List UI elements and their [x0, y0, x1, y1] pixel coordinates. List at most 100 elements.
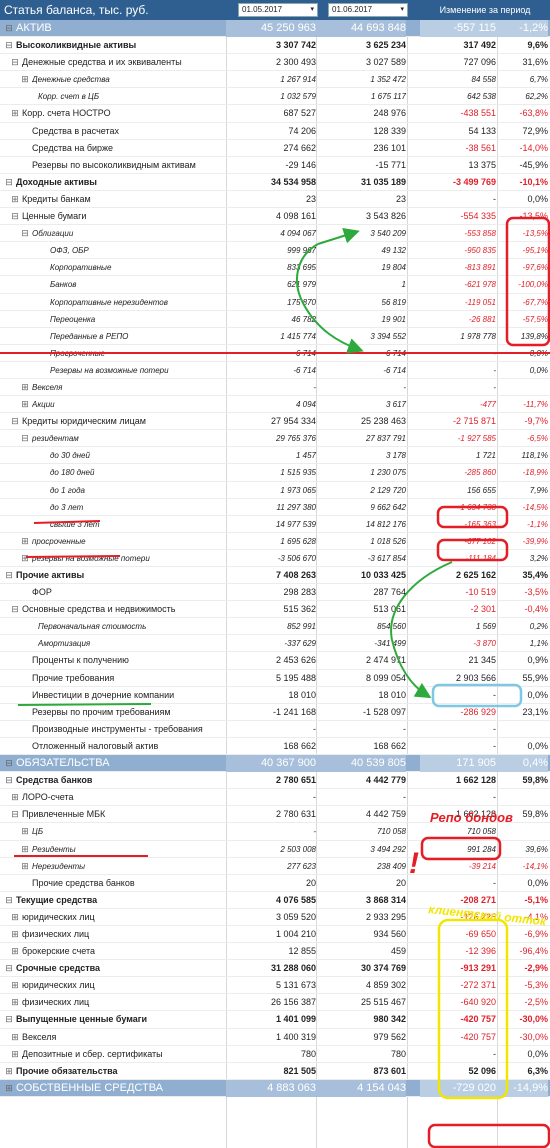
table-row[interactable]: до 180 дней 1 515 935 1 230 075 -285 860 -18…: [0, 464, 550, 482]
table-row[interactable]: ⊟ Высоколиквидные активы 3 307 742 3 625 23…: [0, 37, 550, 55]
column-header-change[interactable]: Изменение за период: [420, 0, 550, 20]
table-row[interactable]: свыше 3 лет 14 977 539 14 812 176 -165 363 -…: [0, 516, 550, 533]
table-row[interactable]: Прочие требования 5 195 488 8 099 054 2 903…: [0, 670, 550, 687]
expand-icon[interactable]: ⊞: [4, 1063, 14, 1080]
table-row[interactable]: ⊞ брокерские счета 12 855 459 -12 396 -96,4%: [0, 943, 550, 961]
table-row[interactable]: Переоценка 46 782 19 901 -26 881 -57,5%: [0, 311, 550, 328]
table-row[interactable]: ⊞ Акции 4 094 3 617 -477 -11,7%: [0, 396, 550, 414]
table-row[interactable]: ⊞ резервы на возможные потери -3 506 670 -3…: [0, 550, 550, 567]
expand-icon[interactable]: ⊞: [10, 105, 20, 122]
collapse-icon[interactable]: ⊟: [4, 20, 14, 37]
section-row[interactable]: ⊟ АКТИВ 45 250 963 44 693 848 -557 115 -1,2%: [0, 20, 550, 38]
expand-icon[interactable]: ⊞: [20, 858, 30, 875]
collapse-icon[interactable]: ⊟: [4, 892, 14, 909]
table-row[interactable]: ⊟ Выпущенные ценные бумаги 1 401 099 980 34…: [0, 1011, 550, 1029]
table-row[interactable]: ⊟ Облигации 4 094 067 3 540 209 -553 858 -13,…: [0, 225, 550, 243]
table-row[interactable]: Резервы по прочим требованиям -1 241 168 -…: [0, 704, 550, 721]
table-row[interactable]: ⊟ Денежные средства и их эквиваленты 2 300…: [0, 54, 550, 72]
table-row[interactable]: ⊞ Корр. счета НОСТРО 687 527 248 976 -438 55…: [0, 105, 550, 123]
table-row[interactable]: Корпоративные нерезидентов 175 870 56 819 -…: [0, 294, 550, 311]
collapse-icon[interactable]: ⊟: [4, 772, 14, 789]
table-row[interactable]: ⊟ Средства банков 2 780 651 4 442 779 1 662 …: [0, 772, 550, 790]
expand-icon[interactable]: ⊞: [10, 789, 20, 806]
table-row[interactable]: Резервы по высоколиквидным активам -29 14…: [0, 157, 550, 174]
collapse-icon[interactable]: ⊟: [4, 960, 14, 977]
table-row[interactable]: ⊞ ЛОРО-счета - - -: [0, 789, 550, 807]
table-row[interactable]: ⊟ Привлеченные МБК 2 780 631 4 442 759 1 662…: [0, 806, 550, 824]
collapse-icon[interactable]: ⊟: [4, 1011, 14, 1028]
expand-icon[interactable]: ⊞: [10, 1046, 20, 1063]
collapse-icon[interactable]: ⊟: [4, 37, 14, 54]
expand-icon[interactable]: ⊞: [10, 1029, 20, 1046]
table-row[interactable]: Инвестиции в дочерние компании 18 010 18 0…: [0, 687, 550, 704]
table-row[interactable]: Отложенный налоговый актив 168 662 168 662…: [0, 738, 550, 756]
column-header-item[interactable]: Статья баланса, тыс. руб.: [4, 0, 224, 20]
collapse-icon[interactable]: ⊟: [4, 755, 14, 772]
table-row[interactable]: Средства в расчетах 74 206 128 339 54 133 72…: [0, 123, 550, 140]
collapse-icon[interactable]: ⊟: [10, 208, 20, 225]
table-row[interactable]: Просроченные 6 714 6 714 - 0,0%: [0, 345, 550, 362]
section-row[interactable]: ⊟ ОБЯЗАТЕЛЬСТВА 40 367 900 40 539 805 171 90…: [0, 755, 550, 773]
date-to-select[interactable]: 01.06.2017 ▾: [328, 3, 408, 17]
table-row[interactable]: ⊟ Доходные активы 34 534 958 31 035 189 -3 4…: [0, 174, 550, 191]
table-row[interactable]: ⊞ Прочие обязательства 821 505 873 601 52 09…: [0, 1063, 550, 1080]
table-row[interactable]: ⊞ Нерезиденты 277 623 238 409 -39 214 -14,1%: [0, 858, 550, 875]
table-row[interactable]: ⊞ Кредиты банкам 23 23 - 0,0%: [0, 191, 550, 209]
section-row[interactable]: ⊞ СОБСТВЕННЫЕ СРЕДСТВА 4 883 063 4 154 043-…: [0, 1079, 550, 1097]
table-row[interactable]: ⊞ Резиденты 2 503 008 3 494 292 991 284 39,6%: [0, 841, 550, 858]
table-row[interactable]: ⊟ Ценные бумаги 4 098 161 3 543 826 -554 335…: [0, 208, 550, 226]
collapse-icon[interactable]: ⊟: [10, 54, 20, 71]
table-row[interactable]: Резервы на возможные потери -6 714 -6 714 -…: [0, 362, 550, 379]
expand-icon[interactable]: ⊞: [10, 943, 20, 960]
table-row[interactable]: ФОР 298 283 287 764 -10 519 -3,5%: [0, 584, 550, 602]
table-row[interactable]: Корр. счет в ЦБ 1 032 579 1 675 117 642 538…: [0, 88, 550, 106]
collapse-icon[interactable]: ⊟: [4, 567, 14, 584]
table-row[interactable]: ⊞ юридических лиц 5 131 673 4 859 302 -272 3…: [0, 977, 550, 995]
table-row[interactable]: ⊟ Прочие активы 7 408 263 10 033 425 2 625 1…: [0, 567, 550, 585]
expand-icon[interactable]: ⊞: [20, 550, 30, 567]
table-row[interactable]: ⊟ Текущие средства 4 076 585 3 868 314 -208 …: [0, 892, 550, 909]
expand-icon[interactable]: ⊞: [10, 191, 20, 208]
table-row[interactable]: Корпоративные 833 695 19 804 -813 891 -97,6%: [0, 259, 550, 277]
table-row[interactable]: до 1 года 1 973 065 2 129 720 156 655 7,9%: [0, 482, 550, 499]
table-row[interactable]: ⊞ просроченные 1 695 628 1 018 526 -677 102 -…: [0, 533, 550, 550]
table-row[interactable]: Переданные в РЕПО 1 415 774 3 394 552 1 978…: [0, 328, 550, 345]
table-row[interactable]: ⊞ физических лиц 26 156 387 25 515 467 -640 …: [0, 994, 550, 1012]
collapse-icon[interactable]: ⊟: [20, 225, 30, 242]
table-row[interactable]: ⊞ юридических лиц 3 059 520 2 933 295 -126 2…: [0, 909, 550, 926]
table-row[interactable]: ⊞ физических лиц 1 004 210 934 560 -69 650 -6…: [0, 926, 550, 944]
expand-icon[interactable]: ⊞: [20, 379, 30, 396]
expand-icon[interactable]: ⊞: [10, 994, 20, 1011]
expand-icon[interactable]: ⊞: [20, 396, 30, 413]
collapse-icon[interactable]: ⊟: [4, 174, 14, 191]
table-row[interactable]: до 3 лет 11 297 380 9 662 642 -1 634 738 -14…: [0, 499, 550, 516]
table-row[interactable]: Прочие средства банков 20 20 - 0,0%: [0, 875, 550, 892]
collapse-icon[interactable]: ⊟: [10, 601, 20, 618]
table-row[interactable]: ⊞ Векселя - - -: [0, 379, 550, 397]
table-row[interactable]: Средства на бирже 274 662 236 101 -38 561 -1…: [0, 140, 550, 157]
table-row[interactable]: ⊟ Основные средства и недвижимость 515 362…: [0, 601, 550, 619]
table-row[interactable]: Проценты к получению 2 453 626 2 474 971 21…: [0, 652, 550, 670]
table-row[interactable]: ⊟ резидентам 29 765 376 27 837 791 -1 927 58…: [0, 430, 550, 448]
collapse-icon[interactable]: ⊟: [20, 430, 30, 447]
table-row[interactable]: Амортизация -337 629 -341 499 -3 870 1,1%: [0, 635, 550, 653]
expand-icon[interactable]: ⊞: [20, 823, 30, 840]
table-row[interactable]: ⊟ Кредиты юридическим лицам 27 954 334 25 2…: [0, 413, 550, 431]
collapse-icon[interactable]: ⊟: [10, 806, 20, 823]
expand-icon[interactable]: ⊞: [20, 71, 30, 88]
expand-icon[interactable]: ⊞: [10, 977, 20, 994]
expand-icon[interactable]: ⊞: [10, 926, 20, 943]
expand-icon[interactable]: ⊞: [10, 909, 20, 926]
expand-icon[interactable]: ⊞: [20, 841, 30, 858]
table-row[interactable]: до 30 дней 1 457 3 178 1 721 118,1%: [0, 447, 550, 465]
table-row[interactable]: ⊞ ЦБ - 710 058 710 058: [0, 823, 550, 841]
table-row[interactable]: ⊞ Векселя 1 400 319 979 562 -420 757 -30,0%: [0, 1029, 550, 1046]
table-row[interactable]: Первоначальная стоимость 852 991 854 560 1 …: [0, 618, 550, 636]
table-row[interactable]: ОФЗ, ОБР 999 967 49 132 -950 835 -95,1%: [0, 242, 550, 260]
table-row[interactable]: Банков 621 979 1 -621 978 -100,0%: [0, 276, 550, 294]
collapse-icon[interactable]: ⊟: [10, 413, 20, 430]
table-row[interactable]: ⊞ Денежные средства 1 267 914 1 352 472 84 5…: [0, 71, 550, 89]
expand-icon[interactable]: ⊞: [4, 1080, 14, 1097]
table-row[interactable]: ⊞ Депозитные и сбер. сертификаты 780 780 - 0,…: [0, 1046, 550, 1063]
date-from-select[interactable]: 01.05.2017 ▾: [238, 3, 318, 17]
